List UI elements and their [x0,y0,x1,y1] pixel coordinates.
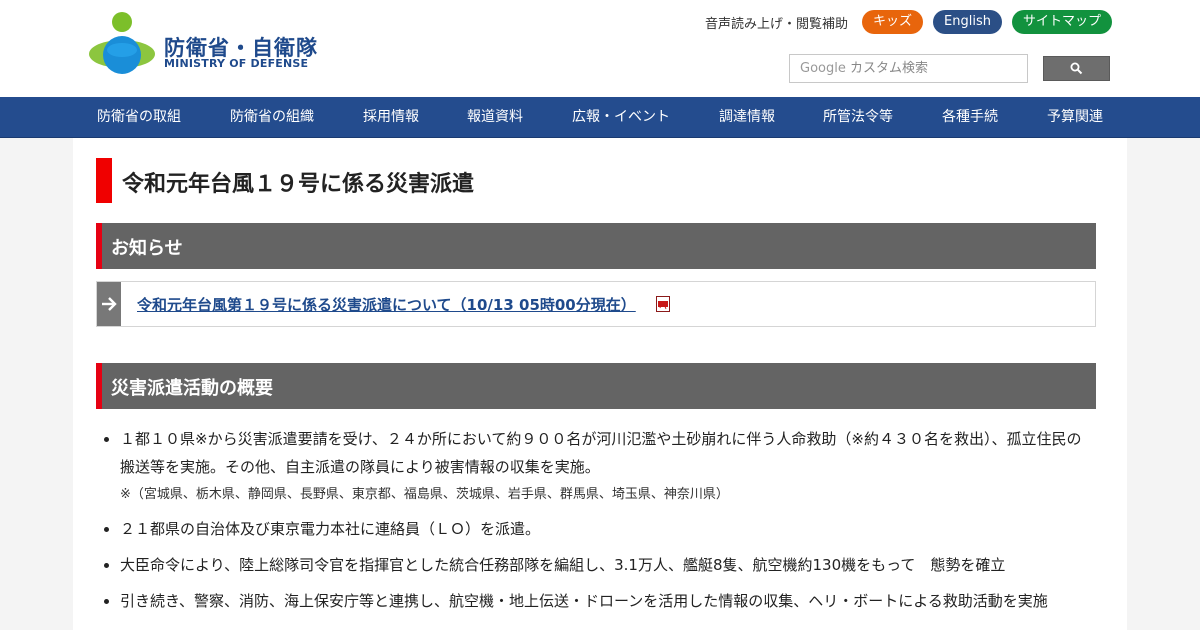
notice-pdf-link[interactable]: 令和元年台風第１９号に係る災害派遣について（10/13 05時00分現在） [137,294,636,315]
page-title: 令和元年台風１９号に係る災害派遣 [122,172,475,197]
bullet [104,563,109,568]
nav-item-organization[interactable]: 防衛省の組織 [230,97,314,138]
notice-item: 令和元年台風第１９号に係る災害派遣について（10/13 05時00分現在） [96,281,1096,327]
list-item-text: 大臣命令により、陸上総隊司令官を指揮官とした統合任務部隊を編組し、3.1万人、艦… [120,556,1006,574]
utility-links: 音声読み上げ・閲覧補助 キッズ English サイトマップ [705,10,1112,34]
list-item-text: 引き続き、警察、消防、海上保安庁等と連携し、航空機・地上伝送・ドローンを活用した… [120,592,1048,610]
arrow-right-icon [97,282,121,326]
title-accent-bar [96,158,112,203]
list-item-note: ※（宮城県、栃木県、静岡県、長野県、東京都、福島県、茨城県、岩手県、群馬県、埼玉… [120,487,729,502]
notice-section-heading: お知らせ [96,223,1096,269]
nav-item-budget[interactable]: 予算関連 [1047,97,1103,138]
pdf-icon[interactable] [655,296,671,312]
bullet [104,599,109,604]
nav-item-press[interactable]: 報道資料 [467,97,523,138]
main-content: 令和元年台風１９号に係る災害派遣 お知らせ 令和元年台風第１９号に係る災害派遣に… [73,138,1127,630]
notice-heading-text: お知らせ [111,238,183,259]
list-item-text: １都１０県※から災害派遣要請を受け、２４か所において約９００名が河川氾濫や土砂崩… [120,430,1082,476]
search-icon [1070,62,1083,75]
global-nav: 防衛省の取組 防衛省の組織 採用情報 報道資料 広報・イベント 調達情報 所管法… [0,97,1200,138]
nav-item-initiatives[interactable]: 防衛省の取組 [97,97,181,138]
english-button[interactable]: English [933,10,1002,34]
nav-item-events[interactable]: 広報・イベント [572,97,670,138]
nav-item-recruitment[interactable]: 採用情報 [363,97,419,138]
list-item-text: ２１都県の自治体及び東京電力本社に連絡員（ＬＯ）を派遣。 [120,520,541,538]
overview-section-heading: 災害派遣活動の概要 [96,363,1096,409]
nav-item-procurement[interactable]: 調達情報 [719,97,775,138]
search-brand: Google [800,61,846,76]
bullet [104,527,109,532]
site-search: Google カスタム検索 [789,54,1111,83]
nav-item-procedures[interactable]: 各種手続 [942,97,998,138]
ministry-logo-icon [89,12,155,74]
kids-button[interactable]: キッズ [862,10,924,34]
site-logo[interactable]: 防衛省・自衛隊 MINISTRY OF DEFENSE [88,10,317,76]
search-placeholder: カスタム検索 [849,61,928,76]
nav-item-laws[interactable]: 所管法令等 [823,97,893,138]
overview-heading-text: 災害派遣活動の概要 [111,378,273,399]
sitemap-button[interactable]: サイトマップ [1011,10,1112,34]
voice-reading-link[interactable]: 音声読み上げ・閲覧補助 [705,13,848,32]
search-button[interactable] [1043,56,1110,81]
logo-title-en: MINISTRY OF DEFENSE [164,57,309,70]
site-header: 防衛省・自衛隊 MINISTRY OF DEFENSE 音声読み上げ・閲覧補助 … [0,0,1200,97]
search-input[interactable]: Google カスタム検索 [789,54,1028,83]
bullet [104,437,109,442]
